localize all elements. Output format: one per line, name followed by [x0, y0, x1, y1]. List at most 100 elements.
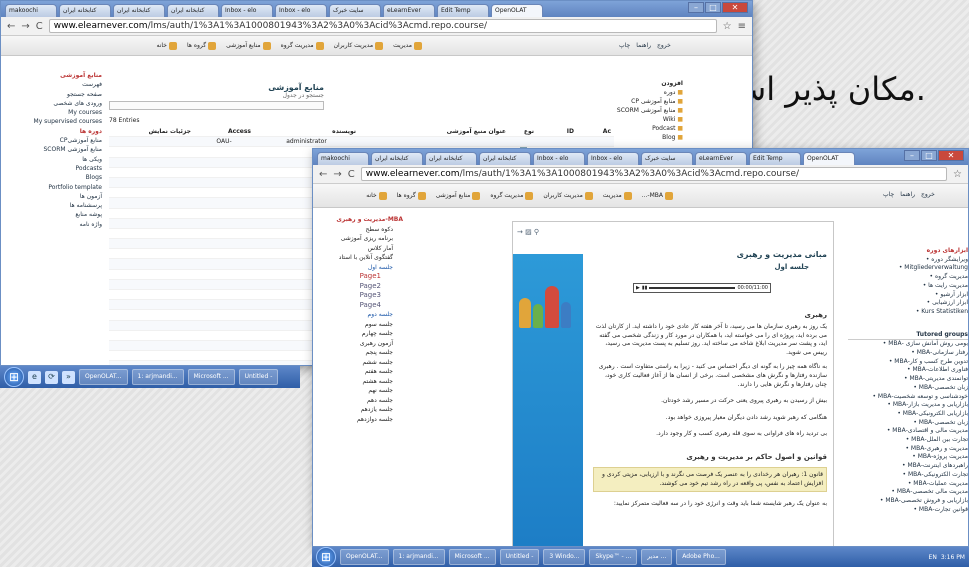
minimize-icon[interactable]: – — [904, 150, 920, 161]
taskbar-button[interactable]: 3 Windo... — [543, 549, 586, 565]
back-icon[interactable]: ← — [7, 21, 15, 32]
nav-item[interactable]: مدیریت — [603, 191, 632, 200]
add-item[interactable]: ■ Wiki — [613, 115, 683, 124]
column-header[interactable]: ID — [537, 128, 577, 135]
browser-tab[interactable]: سایت خبرک — [641, 152, 693, 165]
sidebar-item[interactable]: منابع آموزشیCP — [7, 136, 102, 145]
close-icon[interactable]: ✕ — [938, 150, 964, 161]
course-node[interactable]: جلسه پنجم — [317, 348, 403, 358]
browser-tab[interactable]: OpenOLAT — [491, 4, 543, 17]
sidebar-item[interactable]: پوشه منابع — [7, 210, 102, 219]
add-item[interactable]: ■ دوره — [613, 88, 683, 97]
column-header[interactable]: Access — [194, 128, 254, 135]
star-icon[interactable]: ☆ — [953, 169, 962, 180]
taskbar-button[interactable]: مدیر ... — [641, 549, 673, 565]
browser-tab[interactable]: کتابخانه ایران — [425, 152, 477, 165]
audio-player[interactable]: ▶ ▮▮ 00:00/11:00 — [633, 283, 771, 293]
course-node[interactable]: دکوه سطح — [317, 225, 403, 235]
sidebar-item[interactable]: پرسشنامه ها — [7, 201, 102, 210]
nav-item[interactable]: گروه ها — [397, 191, 426, 200]
group-item[interactable]: تجارت الکترونیکی-MBA • — [848, 471, 968, 480]
group-item[interactable]: تجارت بین الملل-MBA • — [848, 436, 968, 445]
nav-item[interactable]: خانه — [366, 191, 387, 200]
forward-icon[interactable]: → — [21, 21, 29, 32]
group-item[interactable]: تدوین طرح کسب و کار-MBA • — [848, 358, 968, 367]
quicklaunch-icon[interactable]: ⟳ — [45, 370, 58, 384]
start-button[interactable]: ⊞ — [4, 367, 24, 387]
sidebar-item[interactable]: آزمون ها — [7, 192, 102, 201]
nav-item[interactable]: MBA-... — [642, 191, 673, 200]
tool-item[interactable]: مدیریت گروه • — [848, 273, 968, 282]
column-header[interactable]: Ac — [577, 128, 614, 135]
nav-item[interactable]: مدیریت — [393, 41, 422, 50]
forward-icon[interactable]: → — [333, 169, 341, 180]
reload-icon[interactable]: C — [348, 169, 355, 180]
taskbar-button[interactable]: 1: arjmandi... — [392, 549, 445, 565]
browser-tab[interactable]: سایت خبرک — [329, 4, 381, 17]
back-icon[interactable]: ← — [319, 169, 327, 180]
tool-item[interactable]: Kurs Statistiken • — [848, 308, 968, 317]
course-node[interactable]: جلسه سوم — [317, 320, 403, 330]
course-node[interactable]: جلسه دهم — [317, 396, 403, 406]
maximize-icon[interactable]: □ — [705, 2, 721, 13]
nav-item[interactable]: منابع آموزشی — [226, 41, 271, 50]
browser-tab[interactable]: makoochi — [317, 152, 369, 165]
sidebar-item[interactable]: واژه نامه — [7, 220, 102, 229]
course-node[interactable]: آمار کلاس — [317, 244, 403, 254]
play-icon[interactable]: ▶ — [636, 285, 640, 291]
browser-tab[interactable]: Inbox - elo — [533, 152, 585, 165]
star-icon[interactable]: ☆ — [723, 21, 732, 32]
sidebar-item[interactable]: ویکی ها — [7, 155, 102, 164]
start-button[interactable]: ⊞ — [316, 547, 336, 567]
browser-tab[interactable]: Edit Temp — [437, 4, 489, 17]
browser-tab[interactable]: eLearnEver — [383, 4, 435, 17]
sidebar-item[interactable]: منابع آموزشی SCORM — [7, 145, 102, 154]
taskbar-button[interactable]: Skype™ - ... — [589, 549, 638, 565]
nav-item[interactable]: مدیریت کاربران — [334, 41, 384, 50]
add-item[interactable]: ■ Blog — [613, 133, 683, 142]
tool-item[interactable]: Mitgliederverwaltung • — [848, 264, 968, 273]
group-item[interactable]: زبان تخصصی-MBA • — [848, 419, 968, 428]
menu-icon[interactable]: ≡ — [738, 21, 746, 32]
nav-item[interactable]: مدیریت کاربران — [543, 191, 593, 200]
taskbar-button[interactable]: 1: arjmandi... — [131, 369, 184, 385]
sidebar-item[interactable]: Podcasts — [7, 164, 102, 173]
browser-tab[interactable]: کتابخانه ایران — [113, 4, 165, 17]
maximize-icon[interactable]: □ — [921, 150, 937, 161]
group-item[interactable]: زبان تخصصی-MBA • — [848, 384, 968, 393]
table-row[interactable]: OAU-administrator — [109, 137, 614, 148]
group-item[interactable]: فناوری اطلاعات-MBA • — [848, 366, 968, 375]
taskbar-button[interactable]: OpenOLAT... — [79, 369, 128, 385]
logout-link[interactable]: خروج — [657, 42, 671, 49]
sidebar-item[interactable]: ورودی های شخصی — [7, 99, 102, 108]
browser-tab[interactable]: Inbox - elo — [587, 152, 639, 165]
group-item[interactable]: راهبردهای اینترنت-MBA • — [848, 462, 968, 471]
tool-item[interactable]: ابزار آرشیو • — [848, 291, 968, 300]
print-link[interactable]: چاپ — [883, 191, 894, 198]
course-node[interactable]: آزمون رهبری — [317, 339, 403, 349]
sidebar-item[interactable]: My supervised courses — [7, 117, 102, 126]
group-item[interactable]: مدیریت و رهبری-MBA • — [848, 445, 968, 454]
taskbar-button[interactable]: Microsoft ... — [448, 549, 496, 565]
group-item[interactable]: رفتار سازمانی-MBA • — [848, 349, 968, 358]
nav-item[interactable]: گروه ها — [187, 41, 217, 50]
logout-link[interactable]: خروج — [921, 191, 935, 198]
url-field[interactable]: www.elearnever.com/lms/auth/1%3A1%3A1000… — [360, 167, 948, 181]
nav-item[interactable]: خانه — [157, 41, 177, 50]
group-item[interactable]: بازاریابی الکترونیکی-MBA • — [848, 410, 968, 419]
browser-tab[interactable]: کتابخانه ایران — [371, 152, 423, 165]
course-node[interactable]: جلسه هشتم — [317, 377, 403, 387]
browser-tab[interactable]: OpenOLAT — [803, 152, 855, 165]
tool-item[interactable]: ابزار ارزشیابی • — [848, 299, 968, 308]
help-link[interactable]: راهنما — [900, 191, 915, 198]
browser-tab[interactable]: کتابخانه ایران — [59, 4, 111, 17]
close-icon[interactable]: ✕ — [722, 2, 748, 13]
course-node[interactable]: Page1 — [317, 272, 403, 282]
browser-tab[interactable]: کتابخانه ایران — [479, 152, 531, 165]
tool-item[interactable]: ویرایشگر دوره • — [848, 256, 968, 265]
taskbar-button[interactable]: Microsoft ... — [187, 369, 235, 385]
browser-tab[interactable]: Edit Temp — [749, 152, 801, 165]
taskbar-button[interactable]: Untitled - — [238, 369, 279, 385]
quicklaunch-icon[interactable]: » — [62, 370, 75, 384]
browser-tab[interactable]: کتابخانه ایران — [167, 4, 219, 17]
